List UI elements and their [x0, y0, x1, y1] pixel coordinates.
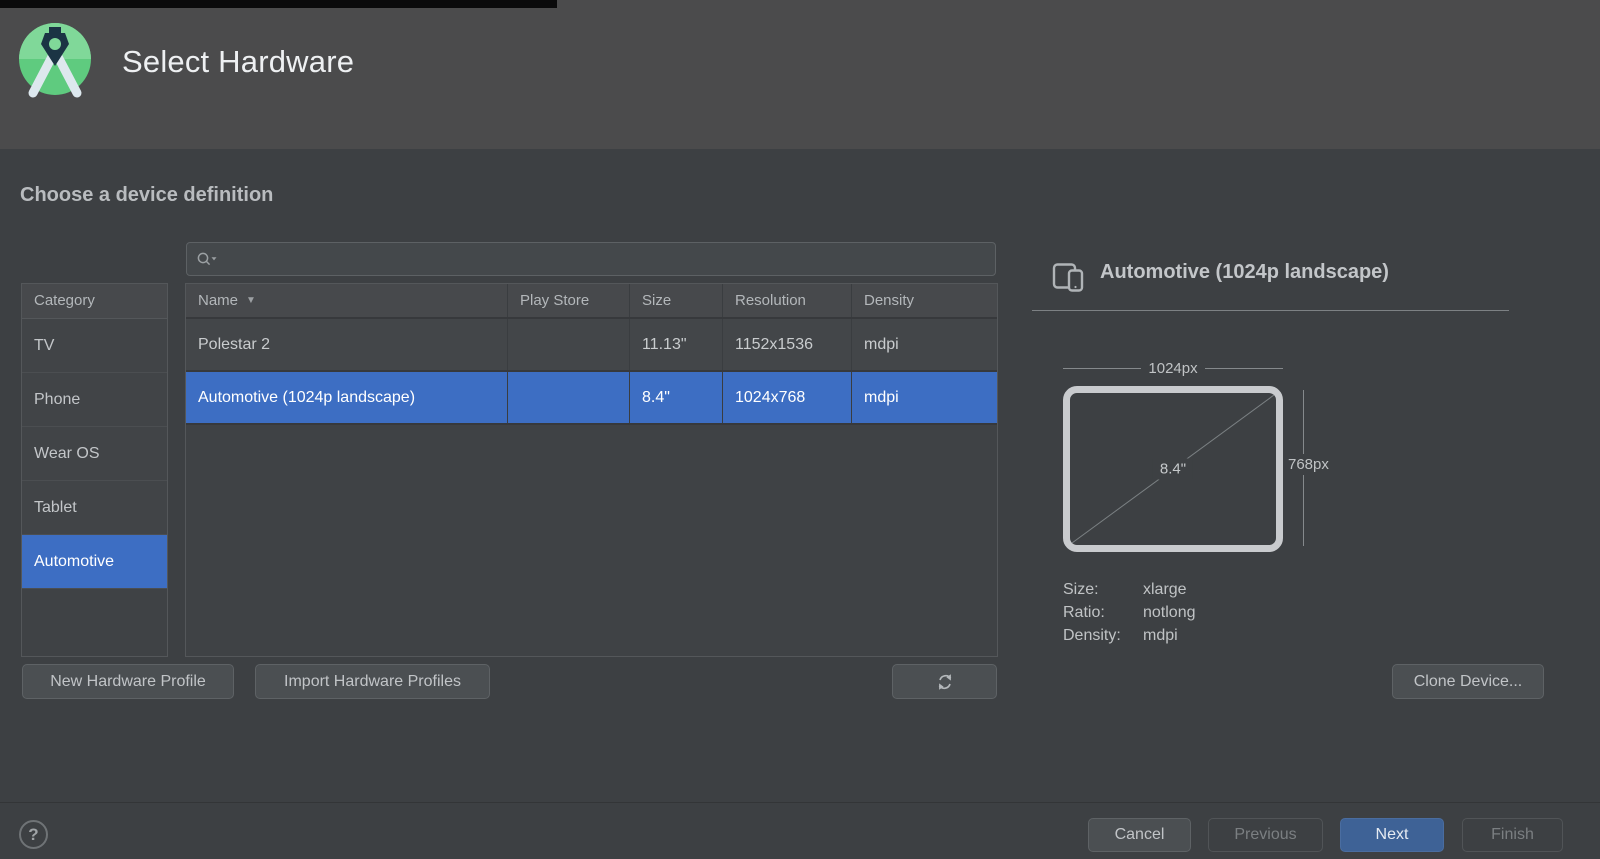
dialog-titlebar: Select Hardware: [0, 0, 1600, 149]
spec-value: xlarge: [1143, 581, 1187, 598]
category-item-automotive[interactable]: Automotive: [22, 535, 167, 589]
category-item-wear-os[interactable]: Wear OS: [22, 427, 167, 481]
cell-size: 11.13": [630, 319, 723, 370]
spec-value: mdpi: [1143, 627, 1178, 644]
table-row-polestar-2[interactable]: Polestar 2 11.13" 1152x1536 mdpi: [186, 319, 997, 372]
spec-label: Ratio:: [1063, 601, 1143, 624]
refresh-button[interactable]: [892, 664, 997, 699]
clone-device-button[interactable]: Clone Device...: [1392, 664, 1544, 699]
cell-name: Automotive (1024p landscape): [186, 372, 508, 423]
previous-button: Previous: [1208, 818, 1323, 852]
cell-density: mdpi: [852, 372, 997, 423]
category-item-tv[interactable]: TV: [22, 319, 167, 373]
device-icon: [1052, 260, 1084, 292]
cell-resolution: 1152x1536: [723, 319, 852, 370]
finish-button: Finish: [1462, 818, 1563, 852]
width-dimension: 1024px: [1063, 360, 1283, 377]
spec-size: Size:xlarge: [1063, 578, 1196, 601]
column-header-play-store[interactable]: Play Store: [508, 284, 630, 317]
cell-size: 8.4": [630, 372, 723, 423]
dimension-line: [1205, 368, 1283, 369]
device-definition-table: Name▼ Play Store Size Resolution Density…: [185, 283, 998, 657]
spec-label: Density:: [1063, 624, 1143, 647]
window-edge-artifact: [0, 0, 557, 8]
dimension-line: [1063, 368, 1141, 369]
height-label: 768px: [1284, 454, 1333, 475]
column-header-name[interactable]: Name▼: [186, 284, 508, 317]
android-studio-logo-icon: [18, 20, 92, 102]
table-row-automotive-1024p[interactable]: Automotive (1024p landscape) 8.4" 1024x7…: [186, 372, 997, 425]
category-item-phone[interactable]: Phone: [22, 373, 167, 427]
spec-value: notlong: [1143, 604, 1196, 621]
import-hardware-profiles-button[interactable]: Import Hardware Profiles: [255, 664, 490, 699]
device-specs: Size:xlarge Ratio:notlong Density:mdpi: [1063, 578, 1196, 647]
cell-density: mdpi: [852, 319, 997, 370]
width-label: 1024px: [1148, 360, 1197, 377]
spec-label: Size:: [1063, 578, 1143, 601]
help-button[interactable]: ?: [19, 820, 48, 849]
category-column-header: Category: [22, 284, 167, 319]
cell-name: Polestar 2: [186, 319, 508, 370]
category-item-tablet[interactable]: Tablet: [22, 481, 167, 535]
cell-resolution: 1024x768: [723, 372, 852, 423]
search-icon[interactable]: [196, 251, 220, 267]
column-header-size[interactable]: Size: [630, 284, 723, 317]
spec-ratio: Ratio:notlong: [1063, 601, 1196, 624]
diagonal-size-label: 8.4": [1153, 459, 1193, 480]
sort-desc-icon: ▼: [246, 295, 256, 306]
device-search-field[interactable]: [186, 242, 996, 276]
search-input[interactable]: [223, 245, 987, 273]
new-hardware-profile-button[interactable]: New Hardware Profile: [22, 664, 234, 699]
footer-separator: [0, 802, 1600, 803]
column-header-density[interactable]: Density: [852, 284, 997, 317]
dialog-title: Select Hardware: [122, 44, 354, 80]
refresh-icon: [936, 673, 954, 691]
device-screen-diagram: 8.4": [1063, 386, 1283, 552]
cell-play-store: [508, 372, 630, 423]
select-hardware-dialog: Select Hardware Choose a device definiti…: [0, 0, 1600, 859]
detail-separator: [1032, 310, 1509, 311]
spec-density: Density:mdpi: [1063, 624, 1196, 647]
search-history-chevron-icon: [212, 257, 217, 260]
column-header-resolution[interactable]: Resolution: [723, 284, 852, 317]
section-heading: Choose a device definition: [20, 184, 273, 207]
cancel-button[interactable]: Cancel: [1088, 818, 1191, 852]
category-panel: Category TV Phone Wear OS Tablet Automot…: [21, 283, 168, 657]
table-header-row: Name▼ Play Store Size Resolution Density: [186, 284, 997, 319]
next-button[interactable]: Next: [1340, 818, 1444, 852]
cell-play-store: [508, 319, 630, 370]
detail-device-title: Automotive (1024p landscape): [1100, 261, 1389, 284]
